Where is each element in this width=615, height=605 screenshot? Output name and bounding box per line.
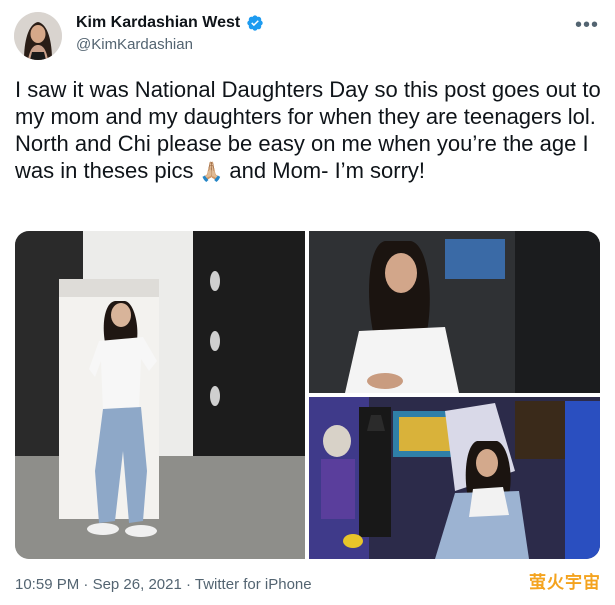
tweet-source: Twitter for iPhone (194, 576, 312, 593)
watermark-text: 萤火宇宙 (529, 573, 601, 593)
verified-badge-icon (247, 15, 263, 31)
tweet-date[interactable]: Sep 26, 2021 (93, 576, 182, 593)
display-name[interactable]: Kim Kardashian West (76, 14, 240, 32)
more-horizontal-icon[interactable]: ••• (575, 14, 599, 37)
meta-separator: · (83, 576, 89, 593)
avatar[interactable] (14, 12, 62, 60)
author-name-row: Kim Kardashian West (76, 14, 264, 32)
media-grid (15, 231, 600, 559)
photo-bottom-right[interactable] (309, 397, 600, 559)
tweet-time[interactable]: 10:59 PM (15, 576, 79, 593)
folded-hands-emoji: 🙏🏼 (199, 161, 224, 183)
author-handle[interactable]: @KimKardashian (76, 36, 193, 53)
photo-top-right[interactable] (309, 231, 600, 393)
tweet-text-part-2: and Mom- I’m sorry! (223, 158, 426, 183)
meta-separator: · (185, 576, 191, 593)
tweet-text: I saw it was National Daughters Day so t… (15, 76, 605, 186)
tweet-meta: 10:59 PM · Sep 26, 2021 · Twitter for iP… (15, 576, 312, 593)
photo-left[interactable] (15, 231, 305, 559)
avatar-image (14, 12, 62, 60)
